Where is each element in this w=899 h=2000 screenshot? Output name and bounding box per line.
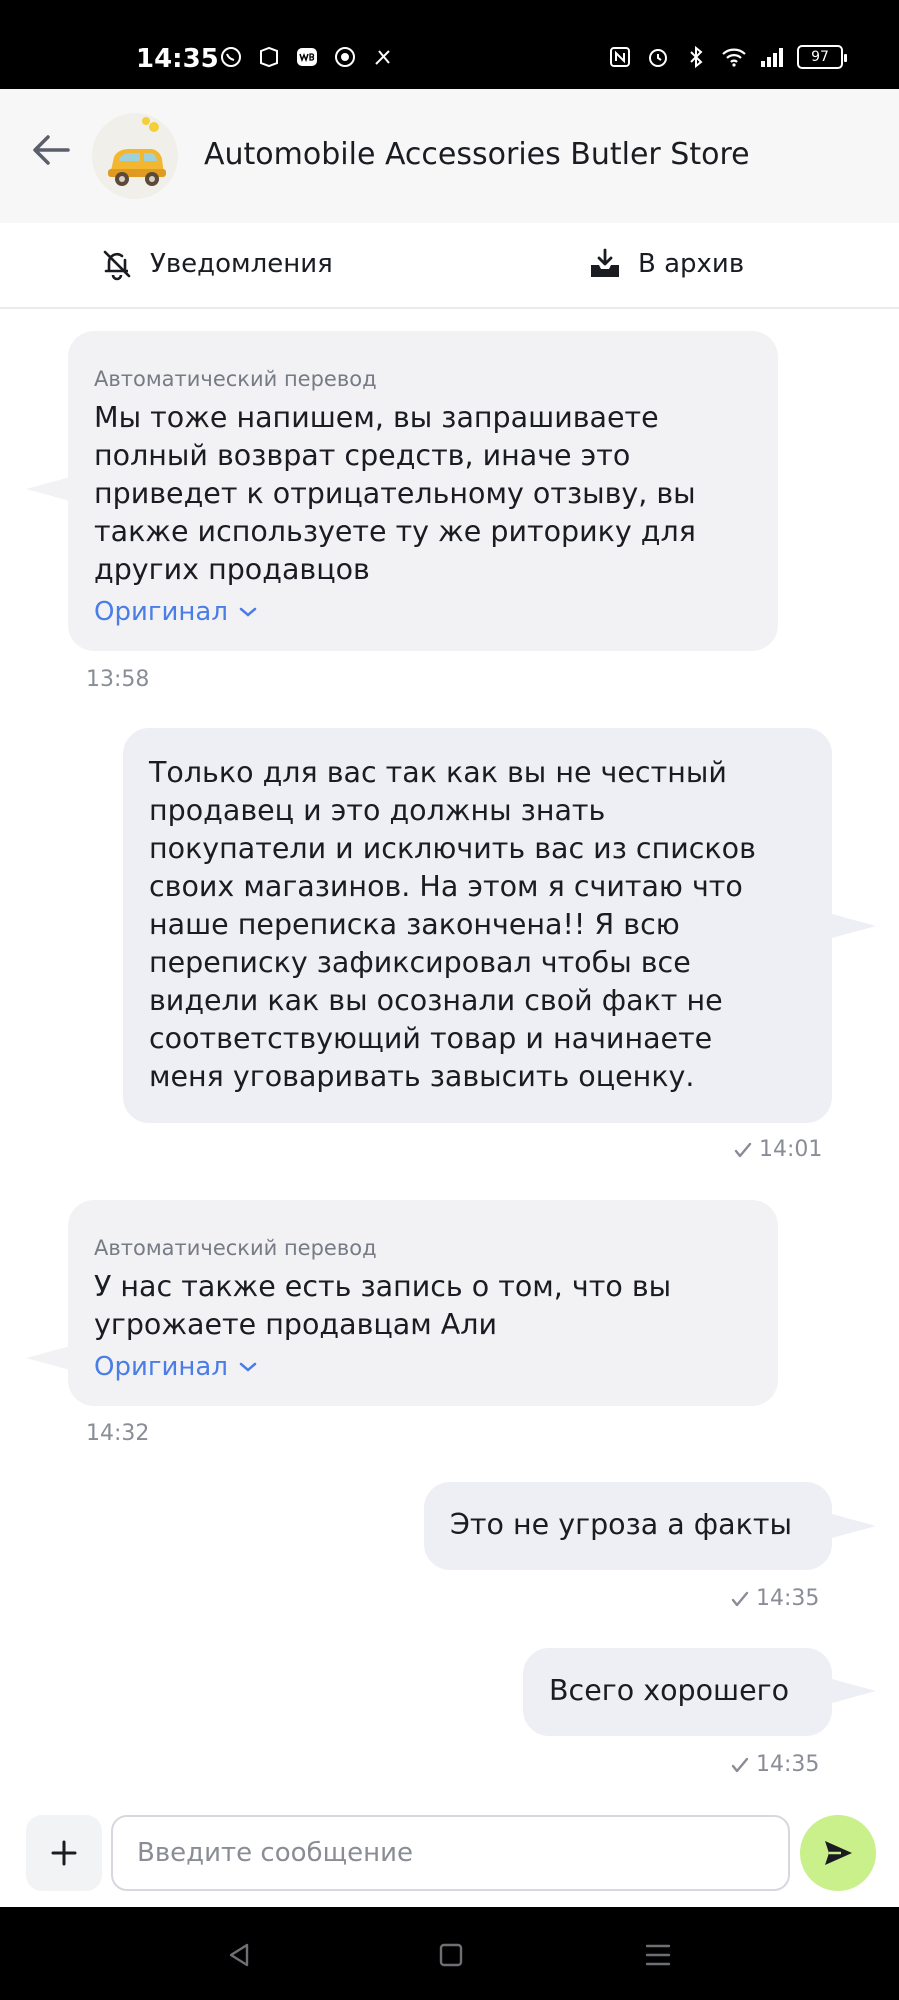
- message-line: других продавцов: [94, 553, 370, 586]
- message-outgoing[interactable]: Это не угроза а факты: [424, 1482, 832, 1570]
- battery-indicator: 97: [797, 45, 847, 69]
- message-line: У нас также есть запись о том, что вы: [94, 1270, 672, 1303]
- store-title: Automobile Accessories Butler Store: [204, 137, 750, 172]
- archive-icon: [591, 248, 619, 277]
- message-line: Всего хорошего: [549, 1674, 790, 1707]
- message-time: 14:35: [756, 1586, 820, 1611]
- message-line: переписку зафиксировал чтобы все: [149, 946, 691, 979]
- message-line: соответствующий товар и начинаете: [149, 1022, 713, 1055]
- nfc-icon: [607, 44, 633, 70]
- message-incoming[interactable]: Автоматический перевод Мы тоже напишем, …: [68, 331, 778, 651]
- auto-translation-label: Автоматический перевод: [94, 367, 377, 391]
- bubble-tail: [26, 1346, 70, 1370]
- target-icon: [332, 44, 358, 70]
- bubble-tail: [832, 1514, 876, 1538]
- chevron-down-icon: [239, 1362, 257, 1372]
- original-toggle[interactable]: Оригинал: [94, 593, 752, 631]
- message-line: меня уговаривать завысить оценку.: [149, 1060, 695, 1093]
- bubble-tail: [832, 914, 876, 938]
- message-line: также используете ту же риторику для: [94, 515, 696, 548]
- message-line: Мы тоже напишем, вы запрашиваете: [94, 401, 659, 434]
- nav-recents-button[interactable]: [640, 1937, 676, 1973]
- back-button[interactable]: [28, 127, 74, 173]
- notifications-label: Уведомления: [150, 249, 333, 279]
- archive-label: В архив: [638, 249, 745, 279]
- message-time: 14:32: [86, 1421, 150, 1446]
- message-time: 14:35: [756, 1752, 820, 1777]
- menu-recents-icon: [645, 1944, 671, 1966]
- whatsapp-icon: [218, 44, 244, 70]
- system-navigation-bar: [0, 1907, 899, 2000]
- status-notification-icons: [218, 44, 396, 70]
- checkmark-icon: [731, 1591, 749, 1606]
- nav-home-button[interactable]: [433, 1937, 469, 1973]
- message-line: покупатели и исключить вас из списков: [149, 832, 756, 865]
- message-input[interactable]: [111, 1815, 790, 1891]
- message-line: Только для вас так как вы не честный: [149, 756, 727, 789]
- message-incoming[interactable]: Автоматический перевод У нас также есть …: [68, 1200, 778, 1406]
- message-time: 14:01: [759, 1137, 823, 1162]
- chevron-down-icon: [239, 607, 257, 617]
- archive-button[interactable]: В архив: [588, 247, 744, 281]
- status-bar: 14:35 97: [0, 0, 899, 89]
- original-label: Оригинал: [94, 1352, 228, 1382]
- square-home-icon: [439, 1943, 463, 1967]
- triangle-back-icon: [229, 1943, 249, 1967]
- message-line: полный возврат средств, иначе это: [94, 439, 631, 472]
- bell-off-icon: [103, 250, 131, 281]
- message-line: Это не угроза а факты: [450, 1508, 792, 1541]
- send-icon: [825, 1841, 852, 1865]
- message-time-read: 14:01: [733, 1137, 822, 1162]
- store-avatar[interactable]: [92, 113, 178, 199]
- message-line: наше переписка закончена!! Я всю: [149, 908, 680, 941]
- checkmark-icon: [731, 1757, 749, 1772]
- auto-translation-label: Автоматический перевод: [94, 1236, 377, 1260]
- arrow-left-icon: [33, 135, 70, 165]
- chat-messages[interactable]: Автоматический перевод Мы тоже напишем, …: [0, 311, 899, 1811]
- toy-car-icon: [108, 117, 166, 186]
- message-line: своих магазинов. На этом я считаю что: [149, 870, 743, 903]
- chat-header: Automobile Accessories Butler Store: [0, 89, 899, 223]
- wifi-icon: [721, 44, 747, 70]
- bubble-tail: [26, 477, 70, 501]
- status-time: 14:35: [136, 44, 219, 74]
- wb-icon: [294, 44, 320, 70]
- message-line: видели как вы осознали свой факт не: [149, 984, 723, 1017]
- attach-button[interactable]: [26, 1815, 102, 1891]
- original-label: Оригинал: [94, 597, 228, 627]
- app-icon: [256, 44, 282, 70]
- message-line: приведет к отрицательному отзыву, вы: [94, 477, 696, 510]
- original-toggle[interactable]: Оригинал: [94, 1348, 752, 1386]
- bluetooth-icon: [683, 44, 709, 70]
- message-outgoing[interactable]: Всего хорошего: [523, 1648, 832, 1736]
- nav-back-button[interactable]: [222, 1937, 258, 1973]
- plus-icon: [51, 1840, 77, 1866]
- message-line: продавец и это должны знать: [149, 794, 606, 827]
- signal-icon: [759, 44, 785, 70]
- message-time: 13:58: [86, 667, 150, 692]
- notifications-button[interactable]: Уведомления: [100, 247, 333, 281]
- checkmark-icon: [734, 1142, 752, 1157]
- alarm-icon: [645, 44, 671, 70]
- status-system-icons: 97: [607, 44, 847, 70]
- chat-actions-bar: Уведомления В архив: [0, 223, 899, 309]
- tool-icon: [370, 44, 396, 70]
- message-time-read: 14:35: [730, 1586, 819, 1611]
- message-composer: [0, 1811, 899, 1907]
- send-button[interactable]: [800, 1815, 876, 1891]
- message-line: угрожаете продавцам Али: [94, 1308, 498, 1341]
- message-outgoing[interactable]: Только для вас так как вы не честный про…: [123, 728, 832, 1123]
- bubble-tail: [832, 1679, 876, 1703]
- message-time-read: 14:35: [730, 1752, 819, 1777]
